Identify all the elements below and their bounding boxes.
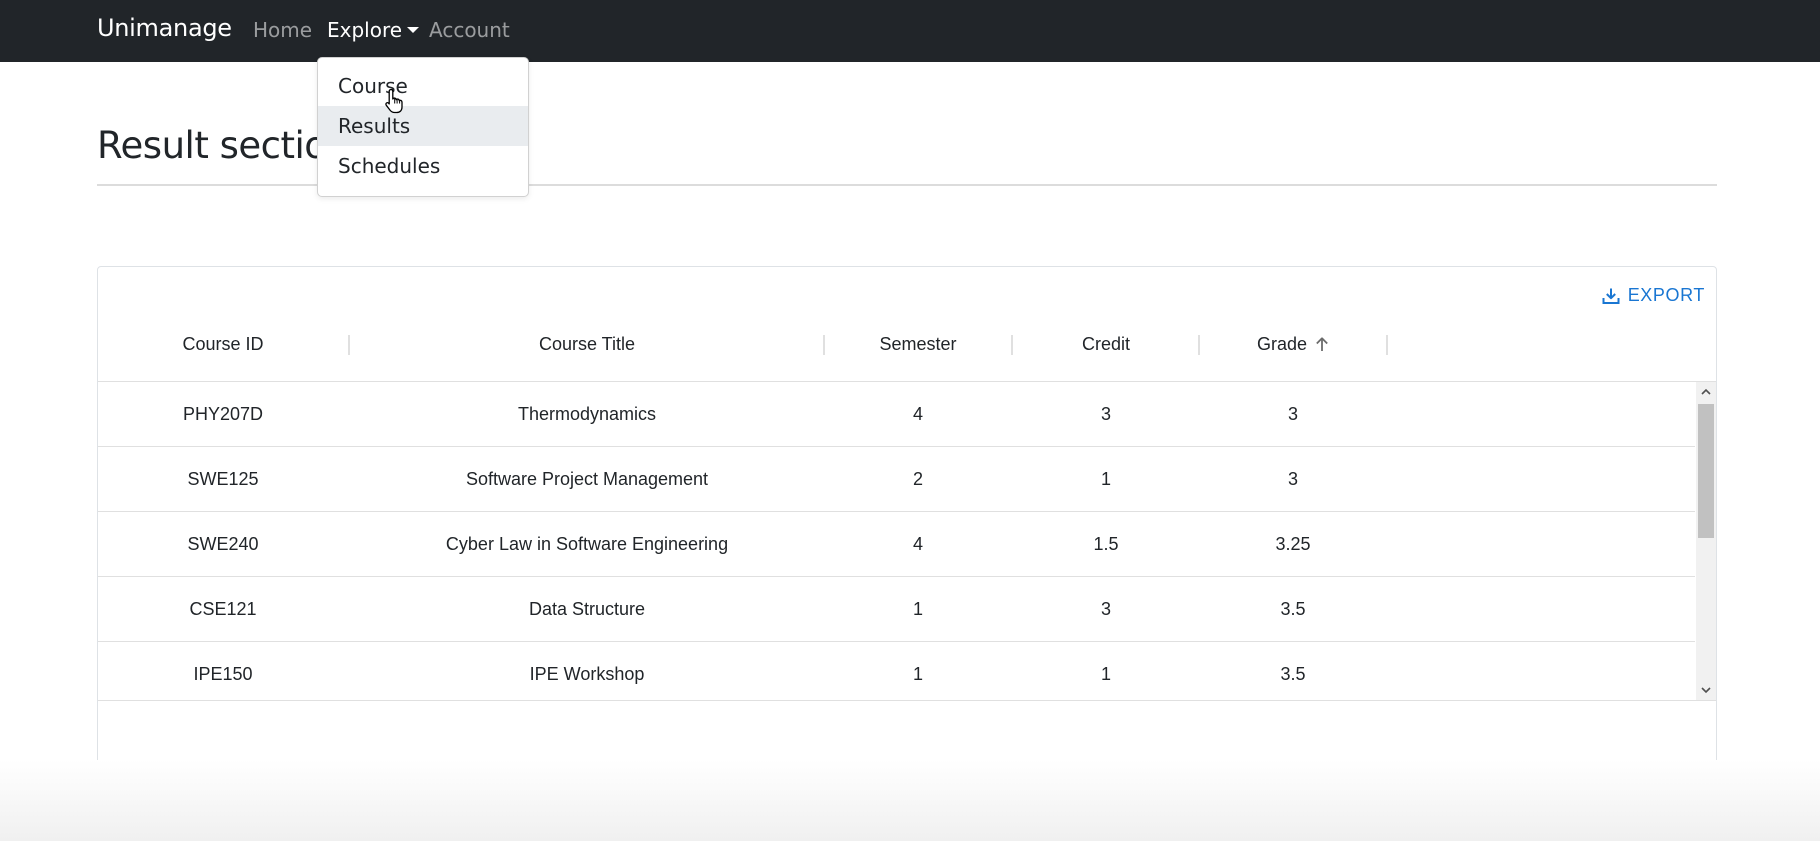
cell-course-title: Software Project Management: [465, 469, 709, 489]
nav-link-explore-label: Explore: [327, 18, 403, 42]
cell-course-title: Thermodynamics: [517, 404, 657, 424]
dropdown-item-results[interactable]: Results: [318, 106, 528, 146]
cell-credit: 1.5: [1093, 534, 1119, 554]
cell-semester: 4: [912, 404, 923, 424]
cell-credit: 1: [1100, 664, 1111, 684]
nav-link-home[interactable]: Home: [253, 18, 312, 42]
export-label: EXPORT: [1627, 285, 1705, 305]
cell-semester: 4: [912, 534, 923, 554]
cell-grade: 3.5: [1280, 664, 1306, 684]
cell-grade: 3: [1287, 469, 1298, 489]
column-header-course-title[interactable]: Course Title: [350, 307, 824, 381]
cell-credit: 3: [1100, 404, 1111, 424]
cell-course-id: PHY207D: [182, 404, 264, 424]
table-row[interactable]: IPE150 IPE Workshop 1 1 3.5: [98, 642, 1695, 700]
dropdown-item-schedules[interactable]: Schedules: [318, 146, 528, 186]
scrollbar-thumb[interactable]: [1698, 404, 1714, 538]
table-row[interactable]: SWE240 Cyber Law in Software Engineering…: [98, 512, 1695, 577]
caret-down-icon: [407, 27, 420, 33]
cell-credit: 1: [1100, 469, 1111, 489]
column-separator[interactable]: [1386, 335, 1388, 355]
vertical-scrollbar[interactable]: [1696, 382, 1716, 700]
nav-link-explore[interactable]: Explore: [327, 18, 420, 42]
cell-credit: 3: [1100, 599, 1111, 619]
table-body: PHY207D Thermodynamics 4 3 3 SWE125 Soft…: [98, 382, 1716, 701]
chevron-down-icon[interactable]: [1700, 684, 1712, 696]
arrow-up-icon[interactable]: [1315, 336, 1329, 352]
navbar: Unimanage Home Explore Account: [0, 0, 1820, 62]
results-grid: EXPORT Course ID Course Title Semester C…: [97, 266, 1717, 766]
cell-course-title: IPE Workshop: [529, 664, 645, 684]
download-icon: [1602, 288, 1620, 304]
chevron-up-icon[interactable]: [1700, 386, 1712, 398]
table-row[interactable]: SWE125 Software Project Management 2 1 3: [98, 447, 1695, 512]
cell-grade: 3: [1287, 404, 1298, 424]
nav-link-account[interactable]: Account: [429, 18, 510, 42]
column-header-grade-label: Grade: [1256, 334, 1308, 354]
column-header-grade[interactable]: Grade: [1200, 307, 1386, 381]
cell-grade: 3.25: [1275, 534, 1311, 554]
cell-course-title: Cyber Law in Software Engineering: [445, 534, 729, 554]
cell-grade: 3.5: [1280, 599, 1306, 619]
cell-semester: 2: [912, 469, 923, 489]
cell-course-id: SWE125: [187, 469, 259, 489]
cell-semester: 1: [912, 599, 923, 619]
column-header-credit[interactable]: Credit: [1013, 307, 1199, 381]
column-header-course-id[interactable]: Course ID: [98, 307, 348, 381]
cell-course-id: SWE240: [187, 534, 259, 554]
cell-course-id: CSE121: [189, 599, 257, 619]
page-title: Result section: [97, 124, 350, 167]
cell-semester: 1: [912, 664, 923, 684]
table-row[interactable]: CSE121 Data Structure 1 3 3.5: [98, 577, 1695, 642]
cell-course-title: Data Structure: [528, 599, 646, 619]
brand-logo[interactable]: Unimanage: [97, 14, 232, 42]
cell-course-id: IPE150: [193, 664, 253, 684]
dropdown-item-course-registration[interactable]: Course Registration: [318, 66, 528, 138]
hand-pointer-icon: [385, 88, 403, 114]
column-header-semester[interactable]: Semester: [825, 307, 1011, 381]
page-footer-area: [0, 760, 1820, 841]
export-button[interactable]: EXPORT: [1602, 281, 1705, 309]
table-row[interactable]: PHY207D Thermodynamics 4 3 3: [98, 382, 1695, 447]
table-header-row: Course ID Course Title Semester Credit G…: [98, 307, 1716, 382]
explore-dropdown-menu: Course Registration Results Schedules: [317, 57, 529, 197]
